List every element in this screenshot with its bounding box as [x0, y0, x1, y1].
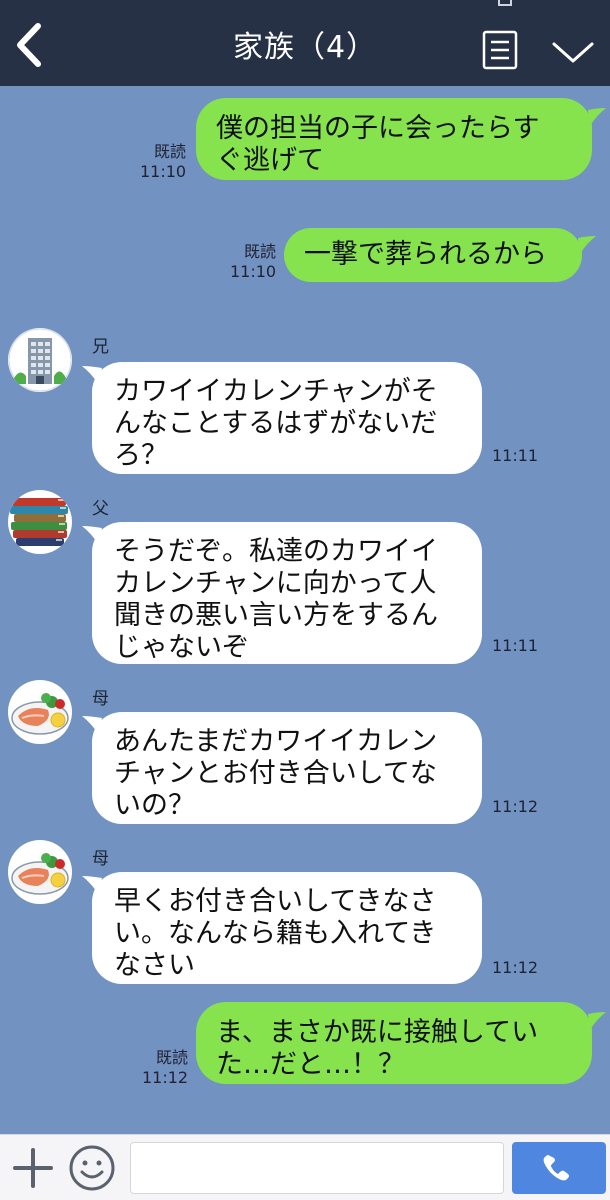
sender-name: 父 [92, 499, 109, 519]
phone-icon [543, 1155, 569, 1181]
message-bubble[interactable]: 一撃で葬られるから [284, 228, 582, 282]
message-bubble[interactable]: そうだぞ。私達のカワイイ カレンチャンに向かって人 聞きの悪い言い方をするん じ… [92, 522, 482, 664]
call-button[interactable] [512, 1142, 606, 1194]
sender-name: 母 [92, 849, 109, 869]
plus-icon [13, 1148, 53, 1188]
message-bubble[interactable]: カワイイカレンチャンがそ んなことするはずがないだ ろ？ [92, 362, 482, 474]
dropdown-button[interactable] [550, 38, 596, 66]
read-receipt: 既読 11:10 [230, 242, 277, 281]
bubble-tail [588, 108, 606, 126]
add-button[interactable] [12, 1147, 54, 1189]
message-bubble[interactable]: 僕の担当の子に会ったらす ぐ逃げて [196, 98, 592, 180]
sender-name: 母 [92, 689, 109, 709]
read-receipt: 既読 11:12 [142, 1048, 189, 1087]
salmon-dish-icon [9, 841, 71, 903]
status-bar-fragment [498, 0, 512, 6]
read-receipt: 既読 11:10 [140, 142, 187, 181]
bubble-tail [578, 236, 596, 254]
chat-title: 家族（4） [232, 30, 378, 65]
chevron-left-icon [17, 23, 41, 67]
message-time: 11:11 [492, 636, 539, 655]
sender-name: 兄 [92, 337, 109, 357]
smiley-icon [69, 1145, 115, 1191]
avatar-mother[interactable] [8, 680, 72, 744]
message-time: 11:12 [492, 958, 539, 977]
notes-button[interactable] [482, 30, 518, 70]
message-time: 11:11 [492, 446, 539, 465]
message-input[interactable] [130, 1142, 504, 1194]
message-bubble[interactable]: ま、まさか既に接触してい た…だと…！？ [196, 1002, 592, 1084]
avatar-father[interactable] [8, 490, 72, 554]
message-bubble[interactable]: あんたまだカワイイカレン チャンとお付き合いしてな いの？ [92, 712, 482, 824]
message-time: 11:12 [492, 797, 539, 816]
avatar-mother[interactable] [8, 840, 72, 904]
salmon-dish-icon [9, 681, 71, 743]
message-bubble[interactable]: 早くお付き合いしてきなさ い。なんなら籍も入れてき なさい [92, 872, 482, 984]
message-composer [0, 1134, 610, 1200]
books-icon [9, 491, 71, 553]
building-icon [8, 328, 72, 392]
bubble-tail [588, 1012, 606, 1030]
back-button[interactable] [10, 20, 54, 70]
emoji-button[interactable] [68, 1144, 116, 1192]
chevron-down-icon [552, 42, 594, 63]
avatar-brother[interactable] [8, 328, 72, 392]
notes-icon [482, 30, 518, 70]
chat-header: 家族（4） [0, 0, 610, 86]
